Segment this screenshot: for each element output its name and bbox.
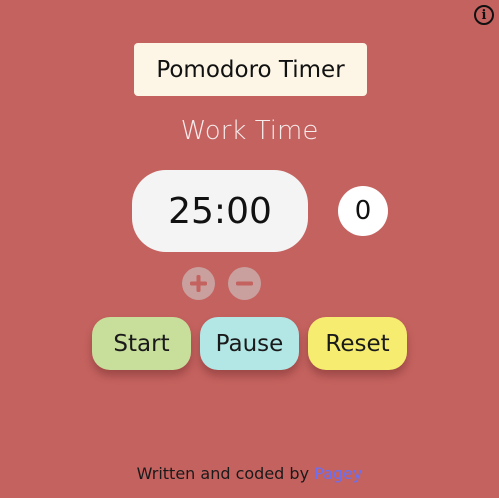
mode-label: Work Time <box>180 116 319 146</box>
plus-icon <box>190 275 207 292</box>
page-title: Pomodoro Timer <box>134 43 367 96</box>
session-counter: 0 <box>338 186 388 236</box>
decrease-time-button[interactable] <box>228 267 261 300</box>
increase-time-button[interactable] <box>182 267 215 300</box>
reset-button[interactable]: Reset <box>308 317 407 370</box>
start-button[interactable]: Start <box>92 317 191 370</box>
footer-text: Written and coded by <box>136 464 310 483</box>
timer-display: 25:00 <box>132 170 308 252</box>
footer: Written and coded by Pagey <box>0 464 499 483</box>
author-link[interactable]: Pagey <box>314 464 362 483</box>
pause-button[interactable]: Pause <box>200 317 299 370</box>
info-icon[interactable]: i <box>474 5 494 25</box>
minus-icon <box>236 281 253 286</box>
